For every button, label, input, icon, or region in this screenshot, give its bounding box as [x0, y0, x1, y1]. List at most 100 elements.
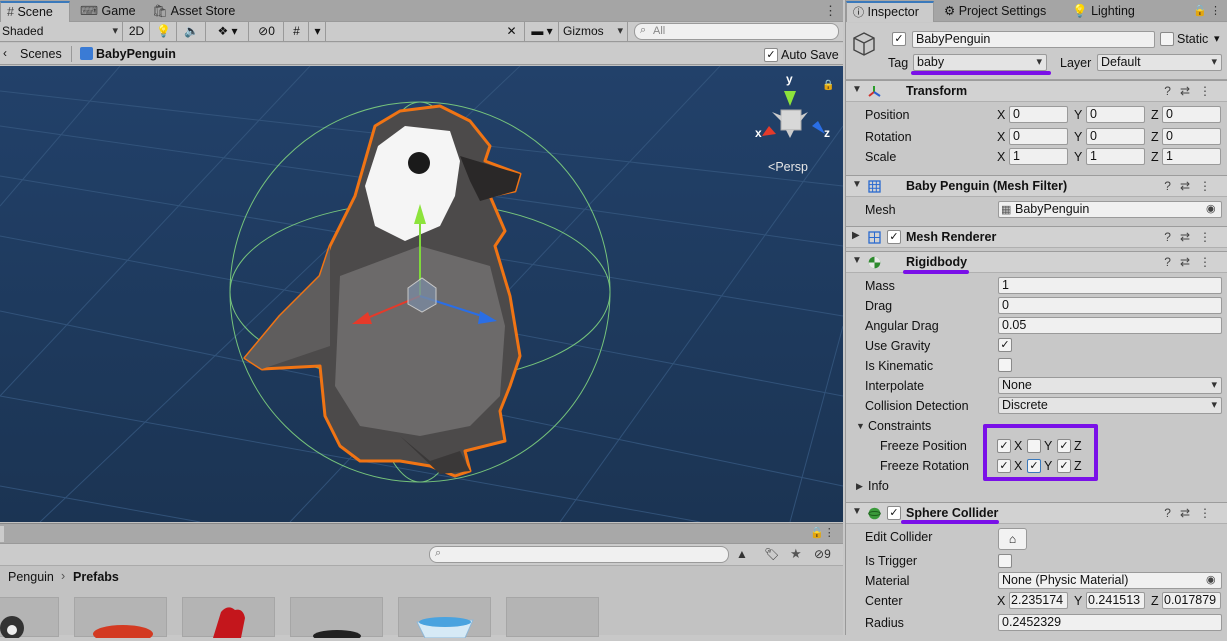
- constraints-foldout-icon[interactable]: ▼: [856, 421, 865, 431]
- foldout-closed-icon[interactable]: ▶: [852, 230, 860, 241]
- inspector-lock-icon[interactable]: 🔒 ⋮: [1193, 4, 1221, 17]
- foldout-open-icon[interactable]: ▼: [852, 255, 862, 266]
- tools-icon[interactable]: ✕: [499, 22, 525, 42]
- component-menu-icons[interactable]: ?⇄⋮: [1164, 179, 1220, 193]
- shading-dropdown[interactable]: Shaded: [0, 22, 123, 42]
- rotation-x-field[interactable]: 0: [1009, 128, 1068, 145]
- object-name-input[interactable]: BabyPenguin: [912, 31, 1155, 48]
- gameobject-cube-icon[interactable]: [852, 31, 876, 57]
- breadcrumb-scenes[interactable]: Scenes: [20, 47, 62, 61]
- tag-highlight-underline: [911, 71, 1051, 75]
- component-menu-icons[interactable]: ?⇄⋮: [1164, 230, 1220, 244]
- grid-dropdown-icon[interactable]: ▾: [310, 22, 326, 42]
- layer-dropdown[interactable]: Default: [1097, 54, 1222, 71]
- path-prefabs[interactable]: Prefabs: [73, 570, 119, 584]
- filter-label-icon[interactable]: 🏷: [764, 547, 779, 561]
- edit-collider-button[interactable]: ⌂: [998, 528, 1027, 550]
- hidden-objects-button[interactable]: ⊘0: [250, 22, 284, 42]
- 2d-toggle-button[interactable]: 2D: [124, 22, 150, 42]
- position-y-field[interactable]: 0: [1086, 106, 1145, 123]
- info-foldout-icon[interactable]: ▶: [856, 481, 863, 492]
- freeze-rotation-z-checkbox[interactable]: ✓: [1057, 459, 1071, 473]
- project-search-input[interactable]: [429, 546, 729, 563]
- path-penguin[interactable]: Penguin: [8, 570, 54, 584]
- scale-z-field[interactable]: 1: [1162, 148, 1221, 165]
- tab-lighting[interactable]: 💡 Lighting: [1066, 2, 1141, 22]
- scene-viewport[interactable]: y x z 🔒 <Persp: [0, 66, 843, 522]
- lighting-toggle-icon[interactable]: 💡: [151, 22, 177, 42]
- static-dropdown-icon[interactable]: ▾: [1214, 32, 1220, 45]
- freeze-position-y-checkbox[interactable]: [1027, 439, 1041, 453]
- freeze-position-x-checkbox[interactable]: ✓: [997, 439, 1011, 453]
- mass-field[interactable]: 1: [998, 277, 1222, 294]
- interpolate-dropdown[interactable]: None: [998, 377, 1222, 394]
- freeze-rotation-y-checkbox[interactable]: ✓: [1027, 459, 1041, 473]
- more-menu-icon[interactable]: ⋮: [824, 3, 837, 19]
- component-menu-icons[interactable]: ?⇄⋮: [1164, 255, 1220, 269]
- radius-field[interactable]: 0.2452329: [998, 614, 1222, 631]
- camera-dropdown-icon[interactable]: ▬ ▾: [526, 22, 559, 42]
- tab-game[interactable]: ⌨ Game: [74, 2, 142, 22]
- gizmos-dropdown[interactable]: Gizmos: [560, 22, 628, 42]
- rotation-z-field[interactable]: 0: [1162, 128, 1221, 145]
- center-z-field[interactable]: 0.017879: [1162, 592, 1221, 609]
- use-gravity-checkbox[interactable]: ✓: [998, 338, 1012, 352]
- is-kinematic-checkbox[interactable]: [998, 358, 1012, 372]
- tag-dropdown[interactable]: baby: [913, 54, 1047, 71]
- freeze-position-z-checkbox[interactable]: ✓: [1057, 439, 1071, 453]
- lock-icon[interactable]: 🔒: [822, 80, 834, 91]
- material-object-field[interactable]: None (Physic Material): [998, 572, 1222, 589]
- sphere-collider-enabled-checkbox[interactable]: ✓: [887, 506, 901, 520]
- collision-detection-dropdown[interactable]: Discrete: [998, 397, 1222, 414]
- panel-lock-icon[interactable]: 🔒⋮: [810, 526, 835, 539]
- active-checkbox[interactable]: ✓: [892, 32, 906, 46]
- angular-drag-field[interactable]: 0.05: [998, 317, 1222, 334]
- rotation-y-field[interactable]: 0: [1086, 128, 1145, 145]
- effects-dropdown-icon[interactable]: ❖ ▾: [207, 22, 249, 42]
- favorite-star-icon[interactable]: ★: [790, 546, 802, 562]
- tab-inspector[interactable]: ⓘ Inspector: [846, 1, 934, 22]
- object-picker-icon[interactable]: ◉: [1206, 202, 1216, 215]
- tab-asset-store[interactable]: 🛍 Asset Store: [146, 2, 241, 22]
- breadcrumb-object[interactable]: BabyPenguin: [96, 47, 176, 61]
- foldout-open-icon[interactable]: ▼: [852, 179, 862, 190]
- auto-save-checkbox[interactable]: ✓: [764, 48, 778, 62]
- drag-field[interactable]: 0: [998, 297, 1222, 314]
- asset-thumbnail[interactable]: [182, 597, 275, 638]
- project-tab-fragment[interactable]: [0, 526, 4, 542]
- center-y-field[interactable]: 0.241513: [1086, 592, 1145, 609]
- foldout-open-icon[interactable]: ▼: [852, 506, 862, 517]
- object-picker-icon[interactable]: ◉: [1206, 573, 1216, 586]
- asset-thumbnail[interactable]: [0, 597, 59, 640]
- hidden-packages-button[interactable]: ⊘9: [814, 547, 831, 561]
- grid-toggle-icon[interactable]: #: [285, 22, 309, 42]
- center-x-field[interactable]: 2.235174: [1009, 592, 1068, 609]
- mesh-renderer-header[interactable]: ▶ ✓ Mesh Renderer ?⇄⋮: [846, 226, 1227, 248]
- foldout-open-icon[interactable]: ▼: [852, 84, 862, 95]
- asset-thumbnail[interactable]: [506, 597, 599, 637]
- asset-thumbnail[interactable]: [398, 597, 491, 639]
- position-z-field[interactable]: 0: [1162, 106, 1221, 123]
- tab-project-settings[interactable]: ⚙ Project Settings: [938, 2, 1052, 22]
- component-menu-icons[interactable]: ?⇄⋮: [1164, 84, 1220, 98]
- mesh-renderer-enabled-checkbox[interactable]: ✓: [887, 230, 901, 244]
- asset-thumbnail[interactable]: [74, 597, 167, 641]
- store-icon: 🛍: [152, 4, 168, 18]
- scale-y-field[interactable]: 1: [1086, 148, 1145, 165]
- transform-header[interactable]: ▼ Transform ?⇄⋮: [846, 80, 1227, 102]
- audio-toggle-icon[interactable]: 🔈: [178, 22, 206, 42]
- back-chevron-icon[interactable]: ‹: [3, 46, 7, 60]
- freeze-rotation-x-checkbox[interactable]: ✓: [997, 459, 1011, 473]
- static-checkbox[interactable]: [1160, 32, 1174, 46]
- mesh-object-field[interactable]: BabyPenguin: [998, 201, 1222, 218]
- scene-search-input[interactable]: All: [634, 23, 839, 40]
- asset-thumbnail[interactable]: [290, 597, 383, 641]
- is-trigger-checkbox[interactable]: [998, 554, 1012, 568]
- component-menu-icons[interactable]: ?⇄⋮: [1164, 506, 1220, 520]
- projection-label[interactable]: <Persp: [768, 160, 808, 174]
- tab-scene[interactable]: # Scene: [0, 1, 70, 22]
- filter-type-icon[interactable]: ▲: [736, 547, 748, 561]
- scale-x-field[interactable]: 1: [1009, 148, 1068, 165]
- position-x-field[interactable]: 0: [1009, 106, 1068, 123]
- mesh-filter-header[interactable]: ▼ Baby Penguin (Mesh Filter) ?⇄⋮: [846, 175, 1227, 197]
